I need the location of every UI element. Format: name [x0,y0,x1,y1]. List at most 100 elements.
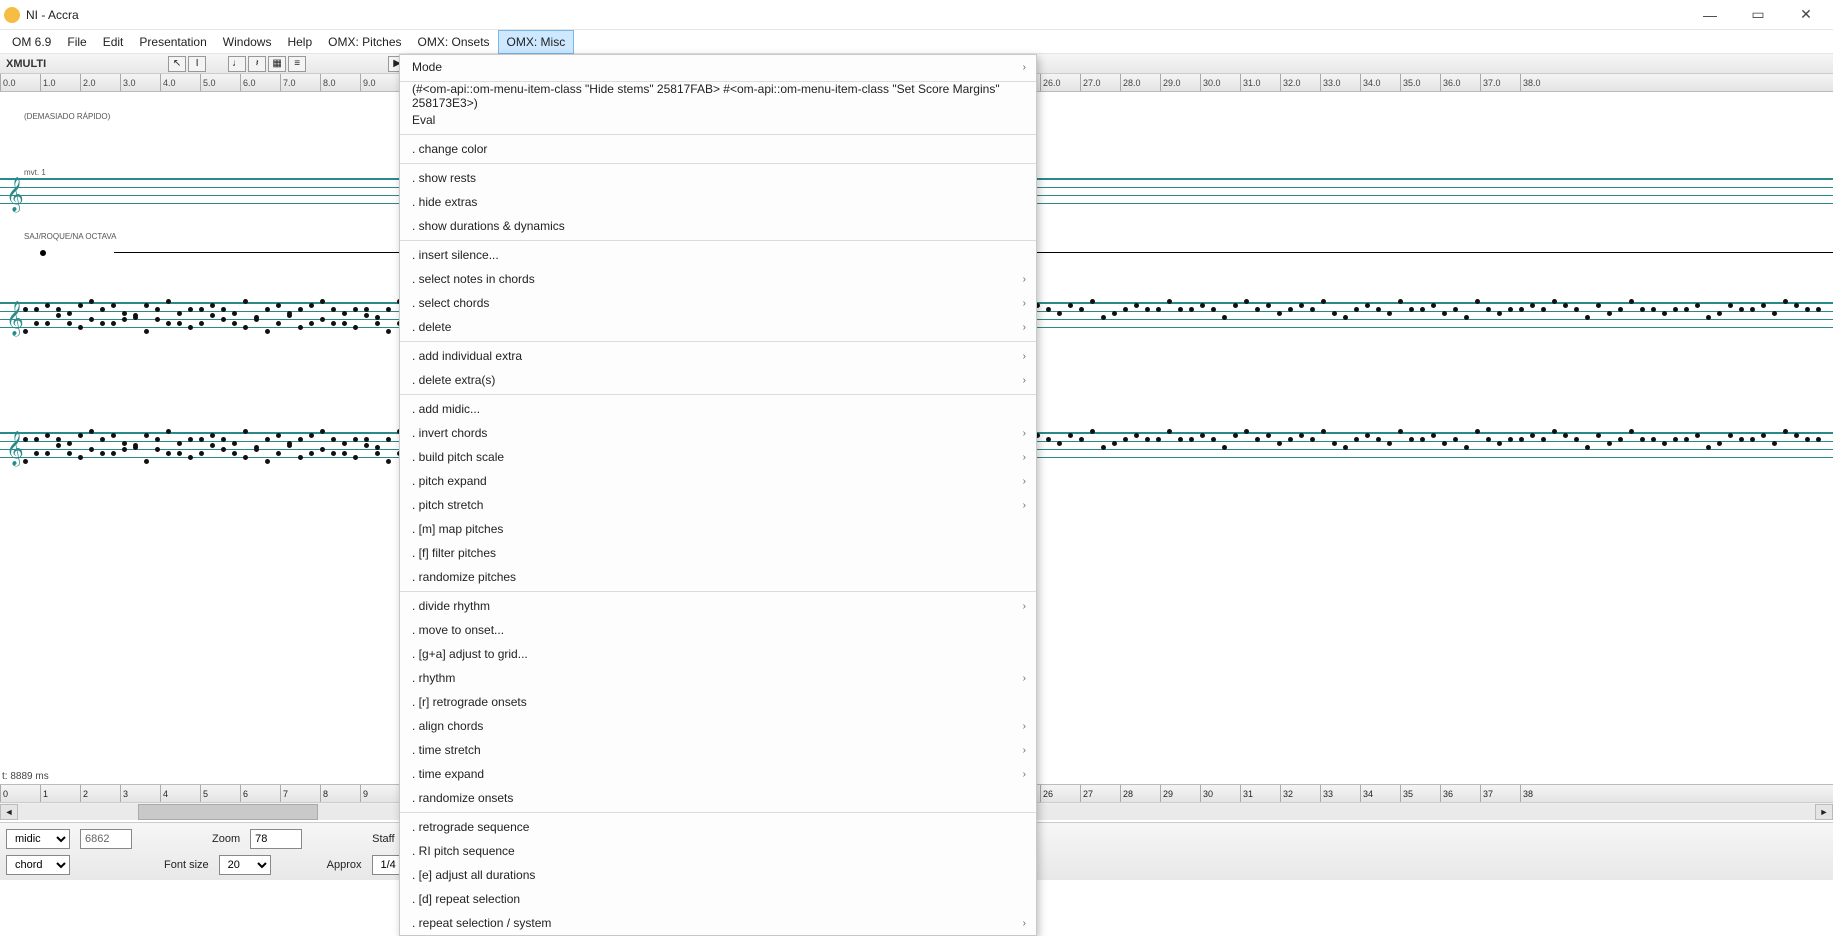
menu-item[interactable]: . [g+a] adjust to grid... [400,642,1036,666]
menu-item[interactable]: . rhythm› [400,666,1036,690]
menu-file[interactable]: File [59,31,94,53]
ruler-tick: 33 [1320,785,1360,802]
menu-item[interactable]: . select chords› [400,291,1036,315]
ruler-tick: 8.0 [320,74,360,91]
menu-item[interactable]: Eval [400,108,1036,132]
submenu-arrow-icon: › [1023,375,1026,386]
list-tool-button[interactable]: ≡ [288,56,306,72]
menu-item[interactable]: . add individual extra› [400,344,1036,368]
note-tool-button[interactable]: ♩ [228,56,246,72]
menu-item[interactable]: . show durations & dynamics [400,214,1036,238]
text-tool-button[interactable]: I [188,56,206,72]
menu-item[interactable]: (#<om-api::om-menu-item-class "Hide stem… [400,84,1036,108]
ruler-tick: 37 [1480,785,1520,802]
menu-item[interactable]: . pitch stretch› [400,493,1036,517]
ruler-tick: 4 [160,785,200,802]
midic-field [80,829,132,849]
ruler-tick: 38.0 [1520,74,1560,91]
menu-omx-misc[interactable]: OMX: Misc [498,30,575,54]
scroll-right-button[interactable]: ► [1815,804,1833,820]
menu-separator [400,163,1036,164]
submenu-arrow-icon: › [1023,601,1026,612]
menu-item[interactable]: . [r] retrograde onsets [400,690,1036,714]
menu-separator [400,394,1036,395]
menu-item[interactable]: . [e] adjust all durations [400,863,1036,887]
maximize-button[interactable]: ▭ [1735,0,1781,30]
ruler-tick: 36.0 [1440,74,1480,91]
menu-item[interactable]: . repeat selection / system› [400,911,1036,935]
menu-item[interactable]: . pitch expand› [400,469,1036,493]
submenu-arrow-icon: › [1023,476,1026,487]
menu-item[interactable]: . move to onset... [400,618,1036,642]
menu-item[interactable]: . align chords› [400,714,1036,738]
menu-item[interactable]: . [d] repeat selection [400,887,1036,911]
ruler-tick: 29 [1160,785,1200,802]
menu-item[interactable]: . RI pitch sequence [400,839,1036,863]
fontsize-select[interactable]: 20 [219,855,271,875]
menu-item[interactable]: . build pitch scale› [400,445,1036,469]
menu-item[interactable]: . time stretch› [400,738,1036,762]
scroll-thumb[interactable] [138,804,318,820]
menu-item[interactable]: . insert silence... [400,243,1036,267]
menu-item[interactable]: . add midic... [400,397,1036,421]
arrow-tool-button[interactable]: ↖ [168,56,186,72]
ruler-tick: 36 [1440,785,1480,802]
menu-item[interactable]: . delete extra(s)› [400,368,1036,392]
submenu-arrow-icon: › [1023,452,1026,463]
menu-edit[interactable]: Edit [95,31,132,53]
rest-tool-button[interactable]: 𝄽 [248,56,266,72]
submenu-arrow-icon: › [1023,62,1026,73]
menu-item[interactable]: . retrograde sequence [400,815,1036,839]
ruler-tick: 28.0 [1120,74,1160,91]
menu-item[interactable]: . hide extras [400,190,1036,214]
submenu-arrow-icon: › [1023,769,1026,780]
zoom-field[interactable] [250,829,302,849]
menu-separator [400,812,1036,813]
scroll-left-button[interactable]: ◄ [0,804,18,820]
ruler-tick: 26 [1040,785,1080,802]
menu-omx-pitches[interactable]: OMX: Pitches [320,31,409,53]
omx-misc-menu[interactable]: Mode›(#<om-api::om-menu-item-class "Hide… [399,54,1037,936]
minimize-button[interactable]: — [1687,0,1733,30]
menu-item[interactable]: . divide rhythm› [400,594,1036,618]
menu-item[interactable]: . [f] filter pitches [400,541,1036,565]
ruler-tick: 3 [120,785,160,802]
menu-item[interactable]: . time expand› [400,762,1036,786]
submenu-arrow-icon: › [1023,673,1026,684]
menu-item[interactable]: . change color [400,137,1036,161]
ruler-tick: 31 [1240,785,1280,802]
menu-om-6-9[interactable]: OM 6.9 [4,31,59,53]
close-button[interactable]: ✕ [1783,0,1829,30]
menu-item[interactable]: . randomize onsets [400,786,1036,810]
ruler-tick: 26.0 [1040,74,1080,91]
menu-item[interactable]: Mode› [400,55,1036,79]
menu-presentation[interactable]: Presentation [131,31,214,53]
ruler-tick: 1 [40,785,80,802]
approx-label: Approx [327,859,362,871]
menu-item[interactable]: . randomize pitches [400,565,1036,589]
menu-help[interactable]: Help [279,31,320,53]
menu-item[interactable]: . show rests [400,166,1036,190]
menu-omx-onsets[interactable]: OMX: Onsets [410,31,498,53]
submenu-arrow-icon: › [1023,721,1026,732]
menu-windows[interactable]: Windows [215,31,280,53]
ruler-tick: 1.0 [40,74,80,91]
staff-annotation-b: mvt. 1 [24,168,46,177]
object-select[interactable]: chord [6,855,70,875]
menu-item[interactable]: . invert chords› [400,421,1036,445]
menu-item[interactable]: . [m] map pitches [400,517,1036,541]
panel-mode-label: XMULTI [6,58,46,70]
ruler-tick: 5.0 [200,74,240,91]
grid-tool-button[interactable]: ▦ [268,56,286,72]
menu-item[interactable]: . select notes in chords› [400,267,1036,291]
ruler-tick: 7.0 [280,74,320,91]
ruler-tick: 27 [1080,785,1120,802]
submenu-arrow-icon: › [1023,918,1026,929]
ruler-tick: 31.0 [1240,74,1280,91]
menu-item[interactable]: . delete› [400,315,1036,339]
staff-annotation-c: SAJ/ROQUE/NA OCTAVA [24,232,116,241]
app-icon [4,7,20,23]
mode-select[interactable]: midic [6,829,70,849]
ruler-tick: 8 [320,785,360,802]
window-title: NI - Accra [26,8,1687,22]
